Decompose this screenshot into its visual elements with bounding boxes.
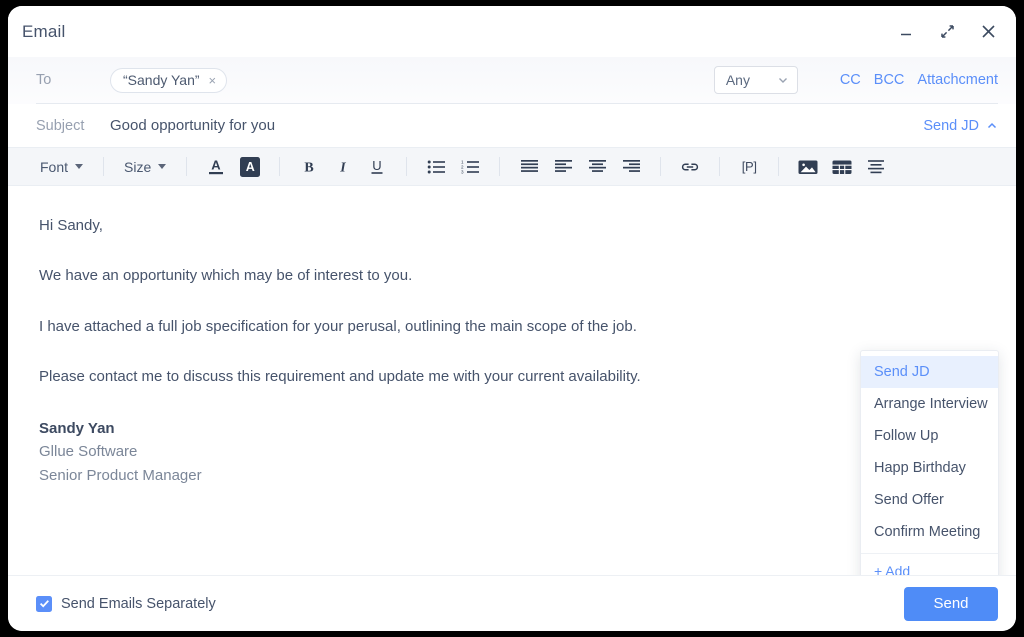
font-family-label: Font xyxy=(40,158,69,175)
add-template-button[interactable]: + Add xyxy=(861,554,998,576)
window-controls xyxy=(896,22,998,42)
email-body-editor[interactable]: Hi Sandy, We have an opportunity which m… xyxy=(8,186,1016,575)
compose-fields: To “Sandy Yan” × Any CC BCC Attachcment … xyxy=(8,57,1016,147)
underline-button[interactable]: U xyxy=(364,154,390,180)
recipient-chip[interactable]: “Sandy Yan” × xyxy=(110,67,228,93)
scope-select[interactable]: Any xyxy=(713,66,798,94)
svg-text:U: U xyxy=(373,158,382,173)
checkbox-checked-icon[interactable] xyxy=(36,595,52,612)
signature-name: Sandy Yan xyxy=(39,420,115,437)
align-left-button[interactable] xyxy=(550,154,576,180)
subject-row: Subject Good opportunity for you Send JD xyxy=(8,104,1016,147)
insert-image-button[interactable] xyxy=(795,154,821,180)
subject-input[interactable]: Good opportunity for you xyxy=(110,117,275,134)
svg-text:B: B xyxy=(305,160,314,175)
bullet-list-button[interactable] xyxy=(423,154,449,180)
email-signature: Sandy Yan Gllue Software Senior Product … xyxy=(39,417,986,487)
recipient-chip-label: “Sandy Yan” xyxy=(123,72,200,88)
template-dropdown-menu: Send JD Arrange Interview Follow Up Happ… xyxy=(860,350,999,575)
cc-link[interactable]: CC xyxy=(840,72,861,88)
menu-item-send-jd[interactable]: Send JD xyxy=(861,356,998,388)
link-button[interactable] xyxy=(677,154,703,180)
send-button[interactable]: Send xyxy=(904,586,998,621)
svg-text:I: I xyxy=(340,160,347,175)
align-right-button[interactable] xyxy=(618,154,644,180)
toolbar-divider xyxy=(279,157,281,176)
menu-item-send-offer[interactable]: Send Offer xyxy=(861,484,998,516)
toolbar-divider xyxy=(499,157,501,176)
body-paragraph: We have an opportunity which may be of i… xyxy=(39,267,413,285)
text-color-button[interactable]: A xyxy=(203,154,229,180)
bcc-link[interactable]: BCC xyxy=(874,72,905,88)
svg-text:3: 3 xyxy=(461,169,464,174)
placeholder-token-button[interactable]: [P] xyxy=(736,154,762,180)
italic-button[interactable]: I xyxy=(330,154,356,180)
chevron-down-icon xyxy=(777,74,789,86)
placeholder-token-label: [P] xyxy=(741,159,757,174)
highlight-swatch: A xyxy=(240,156,261,177)
window-titlebar: Email xyxy=(8,6,1016,57)
caret-down-icon xyxy=(75,164,84,169)
recipient-remove-icon[interactable]: × xyxy=(209,74,217,87)
editor-toolbar: Font Size A A B I U 1 2 3 [P] xyxy=(8,147,1016,186)
close-icon[interactable] xyxy=(978,22,998,42)
toolbar-divider xyxy=(186,157,188,176)
template-toggle-label: Send JD xyxy=(923,117,979,134)
restore-icon[interactable] xyxy=(937,22,957,42)
menu-item-happ-birthday[interactable]: Happ Birthday xyxy=(861,452,998,484)
body-paragraph: Please contact me to discuss this requir… xyxy=(39,367,641,385)
template-toggle[interactable]: Send JD xyxy=(923,118,998,134)
attachment-link[interactable]: Attachcment xyxy=(917,72,998,88)
caret-down-icon xyxy=(158,164,167,169)
subject-label: Subject xyxy=(36,117,85,134)
body-paragraph: I have attached a full job specification… xyxy=(39,317,637,335)
to-row: To “Sandy Yan” × Any CC BCC Attachcment xyxy=(8,57,1016,103)
numbered-list-button[interactable]: 1 2 3 xyxy=(457,154,483,180)
signature-company: Gllue Software xyxy=(39,443,138,461)
scope-select-value: Any xyxy=(725,72,750,88)
svg-text:A: A xyxy=(212,158,222,173)
font-size-dropdown[interactable]: Size xyxy=(118,154,172,180)
compose-footer: Send Emails Separately Send xyxy=(8,575,1016,631)
toolbar-divider xyxy=(660,157,662,176)
minimize-icon[interactable] xyxy=(896,22,916,42)
toolbar-divider xyxy=(778,157,780,176)
font-family-dropdown[interactable]: Font xyxy=(34,154,89,180)
send-separately-toggle[interactable]: Send Emails Separately xyxy=(36,595,216,612)
menu-item-follow-up[interactable]: Follow Up xyxy=(861,420,998,452)
highlight-color-button[interactable]: A xyxy=(237,154,263,180)
menu-item-arrange-interview[interactable]: Arrange Interview xyxy=(861,388,998,420)
align-center-button[interactable] xyxy=(584,154,610,180)
chevron-up-icon xyxy=(986,120,998,132)
email-compose-window: Email To “Sandy Yan” × Any CC BCC Attach… xyxy=(8,6,1016,631)
menu-item-confirm-meeting[interactable]: Confirm Meeting xyxy=(861,516,998,548)
bold-button[interactable]: B xyxy=(296,154,322,180)
font-size-label: Size xyxy=(124,158,152,175)
highlight-color-label: A xyxy=(245,159,255,174)
line-spacing-button[interactable] xyxy=(863,154,889,180)
signature-role: Senior Product Manager xyxy=(39,466,202,484)
toolbar-divider xyxy=(719,157,721,176)
insert-table-button[interactable] xyxy=(829,154,855,180)
window-title: Email xyxy=(22,21,66,41)
body-paragraph: Hi Sandy, xyxy=(39,217,103,234)
align-justify-button[interactable] xyxy=(516,154,542,180)
send-separately-label: Send Emails Separately xyxy=(61,595,216,612)
to-label: To xyxy=(36,72,52,88)
header-links: CC BCC Attachcment xyxy=(840,72,998,88)
toolbar-divider xyxy=(406,157,408,176)
toolbar-divider xyxy=(103,157,105,176)
